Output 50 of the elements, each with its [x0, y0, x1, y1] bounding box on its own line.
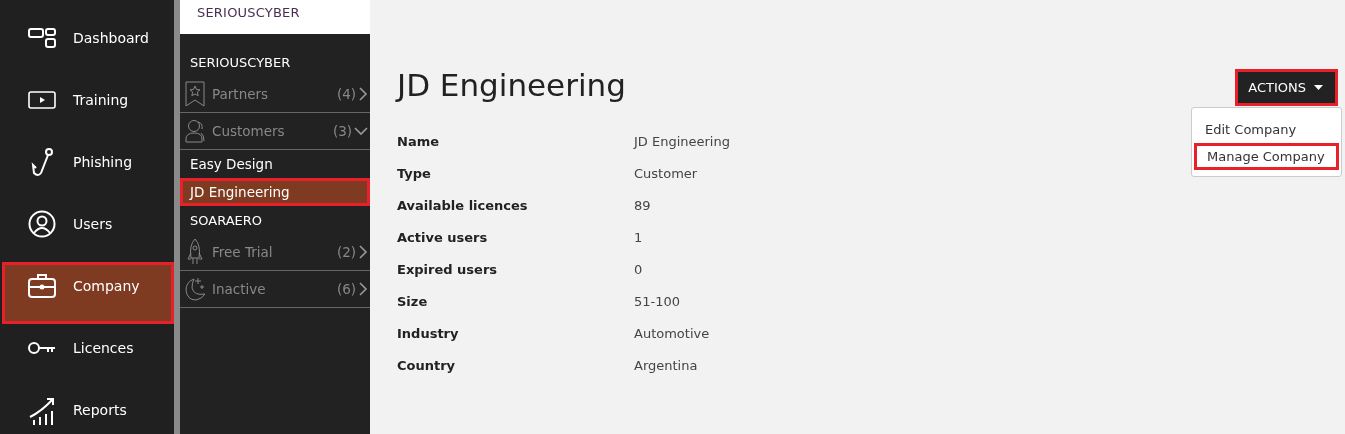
- chart-icon: [28, 395, 56, 425]
- field-label: Expired users: [397, 262, 499, 277]
- category-row[interactable]: Partners (4): [180, 76, 370, 113]
- video-icon: [28, 89, 56, 111]
- briefcase-icon: [28, 273, 56, 299]
- moon-icon: [184, 276, 206, 302]
- rocket-icon: [186, 238, 204, 266]
- organization-name[interactable]: SOARAERO: [190, 212, 263, 228]
- chevron-right-icon: [358, 87, 368, 101]
- chevron-down-icon: [354, 125, 368, 137]
- field-value: 89: [634, 198, 652, 213]
- nav-item[interactable]: Dashboard: [2, 14, 174, 76]
- field-label: Type: [397, 166, 432, 181]
- field-label: Size: [397, 294, 429, 309]
- nav-item[interactable]: Training: [2, 76, 174, 138]
- field-value: JD Engineering: [634, 134, 731, 149]
- field-label: Country: [397, 358, 457, 373]
- field-value: 51-100: [634, 294, 682, 309]
- field-label: Available licences: [397, 198, 529, 213]
- user-icon: [28, 210, 56, 238]
- nav-item[interactable]: Company: [2, 262, 174, 324]
- menu-item[interactable]: Manage Company: [1194, 143, 1339, 170]
- ribbon-star-icon: [185, 81, 205, 107]
- nav-item[interactable]: Licences: [2, 324, 174, 386]
- actions-button[interactable]: ACTIONS: [1235, 69, 1338, 106]
- menu-item[interactable]: Edit Company: [1192, 116, 1341, 143]
- tree-item[interactable]: JD Engineering: [180, 178, 370, 206]
- field-value: Argentina: [634, 358, 699, 373]
- category-row[interactable]: Inactive (6): [180, 271, 370, 308]
- category-row[interactable]: Customers (3): [180, 113, 370, 150]
- key-icon: [28, 340, 56, 356]
- tree-item[interactable]: Easy Design: [180, 150, 370, 178]
- chevron-right-icon: [358, 245, 368, 259]
- field-value: Automotive: [634, 326, 711, 341]
- field-value: Customer: [634, 166, 699, 181]
- field-value: 0: [634, 262, 644, 277]
- dashboard-icon: [28, 27, 56, 49]
- organization-name[interactable]: SERIOUSCYBER: [190, 54, 291, 70]
- field-label: Name: [397, 134, 440, 149]
- people-icon: [185, 119, 205, 143]
- nav-item[interactable]: Reports: [2, 386, 174, 434]
- field-label: Active users: [397, 230, 489, 245]
- page-title: JD Engineering: [397, 66, 626, 104]
- category-row[interactable]: Free Trial (2): [180, 234, 370, 271]
- nav-item[interactable]: Phishing: [2, 138, 174, 200]
- field-value: 1: [634, 230, 644, 245]
- nav-item[interactable]: Users: [2, 200, 174, 262]
- caret-icon: [1314, 85, 1323, 90]
- chevron-right-icon: [358, 282, 368, 296]
- field-label: Industry: [397, 326, 460, 341]
